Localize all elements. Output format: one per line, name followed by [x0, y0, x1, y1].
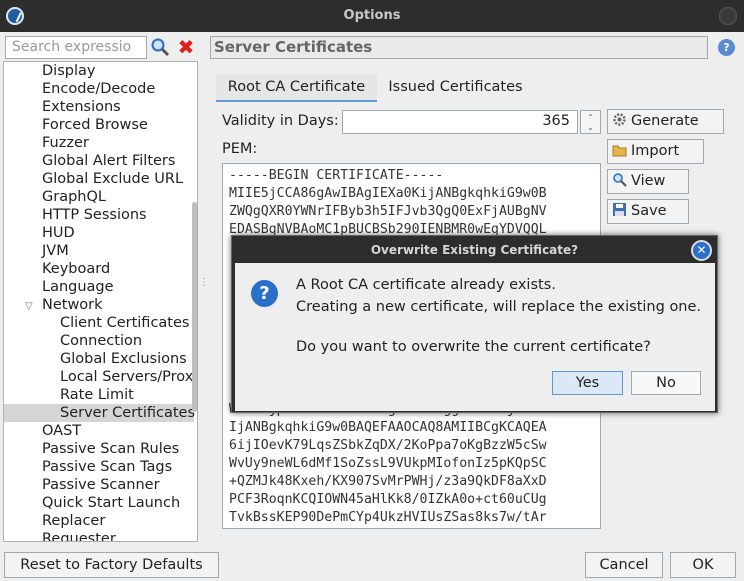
question-icon: ? — [251, 280, 278, 307]
pem-line: MIIE5jCCA86gAwIBAgIEXa0KijANBgkqhkiG9w0B — [229, 186, 547, 201]
tree-item-hud[interactable]: HUD — [42, 224, 75, 242]
tree-item-passive-scanner[interactable]: Passive Scanner — [42, 476, 160, 494]
clear-search-icon[interactable]: ✖ — [176, 36, 196, 58]
spinner-up-icon[interactable]: ⌃ — [587, 113, 594, 122]
panel-title: Server Certificates — [210, 36, 708, 59]
options-tree: Display Encode/Decode Extensions Forced … — [3, 61, 198, 542]
cancel-button[interactable]: Cancel — [585, 552, 663, 578]
floppy-disk-icon — [612, 202, 627, 216]
magnifier-icon — [612, 172, 627, 187]
tree-item-global-alert-filters[interactable]: Global Alert Filters — [42, 152, 175, 170]
pem-line: 6ijIOevK79LqsZSbkZqDX/2KoPpa7oKgBzzW5cSw — [229, 438, 547, 453]
view-label: View — [631, 173, 666, 189]
tree-item-local-servers-proxies[interactable]: Local Servers/Prox — [60, 368, 193, 386]
folder-icon — [612, 142, 627, 157]
dialog-message-line: Creating a new certificate, will replace… — [296, 299, 702, 315]
tree-item-forced-browse[interactable]: Forced Browse — [42, 116, 148, 134]
ok-button[interactable]: OK — [670, 552, 736, 578]
no-button[interactable]: No — [631, 371, 701, 395]
title-bar: Options — [0, 0, 744, 32]
tree-item-encode-decode[interactable]: Encode/Decode — [42, 80, 155, 98]
dialog-message-line: A Root CA certificate already exists. — [296, 277, 556, 293]
generate-button[interactable]: Generate — [607, 109, 724, 134]
tab-root-ca-certificate[interactable]: Root CA Certificate — [216, 74, 377, 102]
overwrite-certificate-dialog: Overwrite Existing Certificate? ✕ ? A Ro… — [231, 235, 718, 413]
pem-line: TvkBssKEP90DePmCYp4UkzHVIUsZSas8ks7w/tAr — [229, 510, 547, 525]
tree-item-http-sessions[interactable]: HTTP Sessions — [42, 206, 147, 224]
tree-item-display[interactable]: Display — [42, 62, 95, 80]
dialog-title: Overwrite Existing Certificate? — [370, 243, 579, 257]
tree-item-passive-scan-tags[interactable]: Passive Scan Tags — [42, 458, 172, 476]
tree-item-global-exclusions[interactable]: Global Exclusions — [60, 350, 187, 368]
help-icon[interactable]: ? — [718, 39, 735, 56]
tree-item-server-certificates[interactable]: Server Certificates — [4, 404, 195, 422]
tree-item-replacer[interactable]: Replacer — [42, 512, 105, 530]
tree-item-language[interactable]: Language — [42, 278, 114, 296]
tree-item-extensions[interactable]: Extensions — [42, 98, 121, 116]
import-label: Import — [631, 143, 680, 159]
pem-line: PCF3RoqnKCQIOWN45aHlKk8/0IZkA0o+ct60uCUg — [229, 492, 547, 507]
pem-line: +QZMJk48Kxeh/KX907SvMrPWHj/z3a9QkDF8aXxD — [229, 474, 547, 489]
window-close-icon[interactable] — [719, 7, 737, 25]
tree-item-client-certificates[interactable]: Client Certificates — [60, 314, 189, 332]
view-button[interactable]: View — [607, 169, 689, 194]
reset-to-factory-defaults-button[interactable]: Reset to Factory Defaults — [4, 552, 219, 578]
validity-label: Validity in Days: — [222, 113, 339, 129]
pem-line: -----BEGIN CERTIFICATE----- — [229, 168, 444, 183]
chevron-down-icon[interactable]: ▽ — [25, 301, 33, 312]
spinner-down-icon[interactable]: ⌄ — [587, 123, 594, 132]
pem-line: IjANBgkqhkiG9w0BAQEFAAOCAQ8AMIIBCgKCAQEA — [229, 420, 547, 435]
import-button[interactable]: Import — [607, 139, 704, 164]
save-button[interactable]: Save — [607, 199, 689, 224]
dialog-body: ? A Root CA certificate already exists. … — [235, 263, 715, 411]
dialog-close-icon[interactable]: ✕ — [691, 240, 712, 261]
pem-label: PEM: — [222, 141, 258, 157]
search-input[interactable]: Search expressio — [5, 36, 147, 59]
tree-item-passive-scan-rules[interactable]: Passive Scan Rules — [42, 440, 179, 458]
save-label: Save — [631, 203, 667, 219]
window-title: Options — [343, 8, 401, 23]
tree-item-rate-limit[interactable]: Rate Limit — [60, 386, 134, 404]
validity-spinner[interactable]: ⌃ ⌄ — [580, 110, 601, 134]
tree-item-oast[interactable]: OAST — [42, 422, 81, 440]
yes-button[interactable]: Yes — [552, 371, 623, 395]
pem-line: WvUy9neWL6dMf1SoZssL9VUkpMIofonIz5pKQpSC — [229, 456, 547, 471]
tree-scrollbar[interactable] — [192, 202, 197, 412]
generate-label: Generate — [631, 113, 699, 129]
tree-item-network[interactable]: Network — [42, 296, 103, 314]
search-icon[interactable] — [150, 37, 170, 57]
splitter-handle[interactable]: ⋮ — [199, 278, 209, 300]
gear-icon — [612, 112, 627, 126]
tree-item-graphql[interactable]: GraphQL — [42, 188, 106, 206]
options-window: Options Search expressio ✖ Display Encod… — [0, 0, 744, 581]
tree-item-requester[interactable]: Requester — [42, 530, 116, 541]
validity-days-input[interactable]: 365 — [342, 110, 578, 134]
pem-line: ZWQgQXR0YWNrIFByb3h5IFJvb3QgQ0ExFjAUBgNV — [229, 204, 547, 219]
tree-item-connection[interactable]: Connection — [60, 332, 142, 350]
tree-item-quick-start-launch[interactable]: Quick Start Launch — [42, 494, 180, 512]
tree-item-global-exclude-url[interactable]: Global Exclude URL — [42, 170, 183, 188]
tab-issued-certificates[interactable]: Issued Certificates — [378, 74, 533, 102]
dialog-question: Do you want to overwrite the current cer… — [296, 339, 651, 355]
tree-item-keyboard[interactable]: Keyboard — [42, 260, 110, 278]
tree-item-fuzzer[interactable]: Fuzzer — [42, 134, 89, 152]
tree-item-jvm[interactable]: JVM — [42, 242, 69, 260]
